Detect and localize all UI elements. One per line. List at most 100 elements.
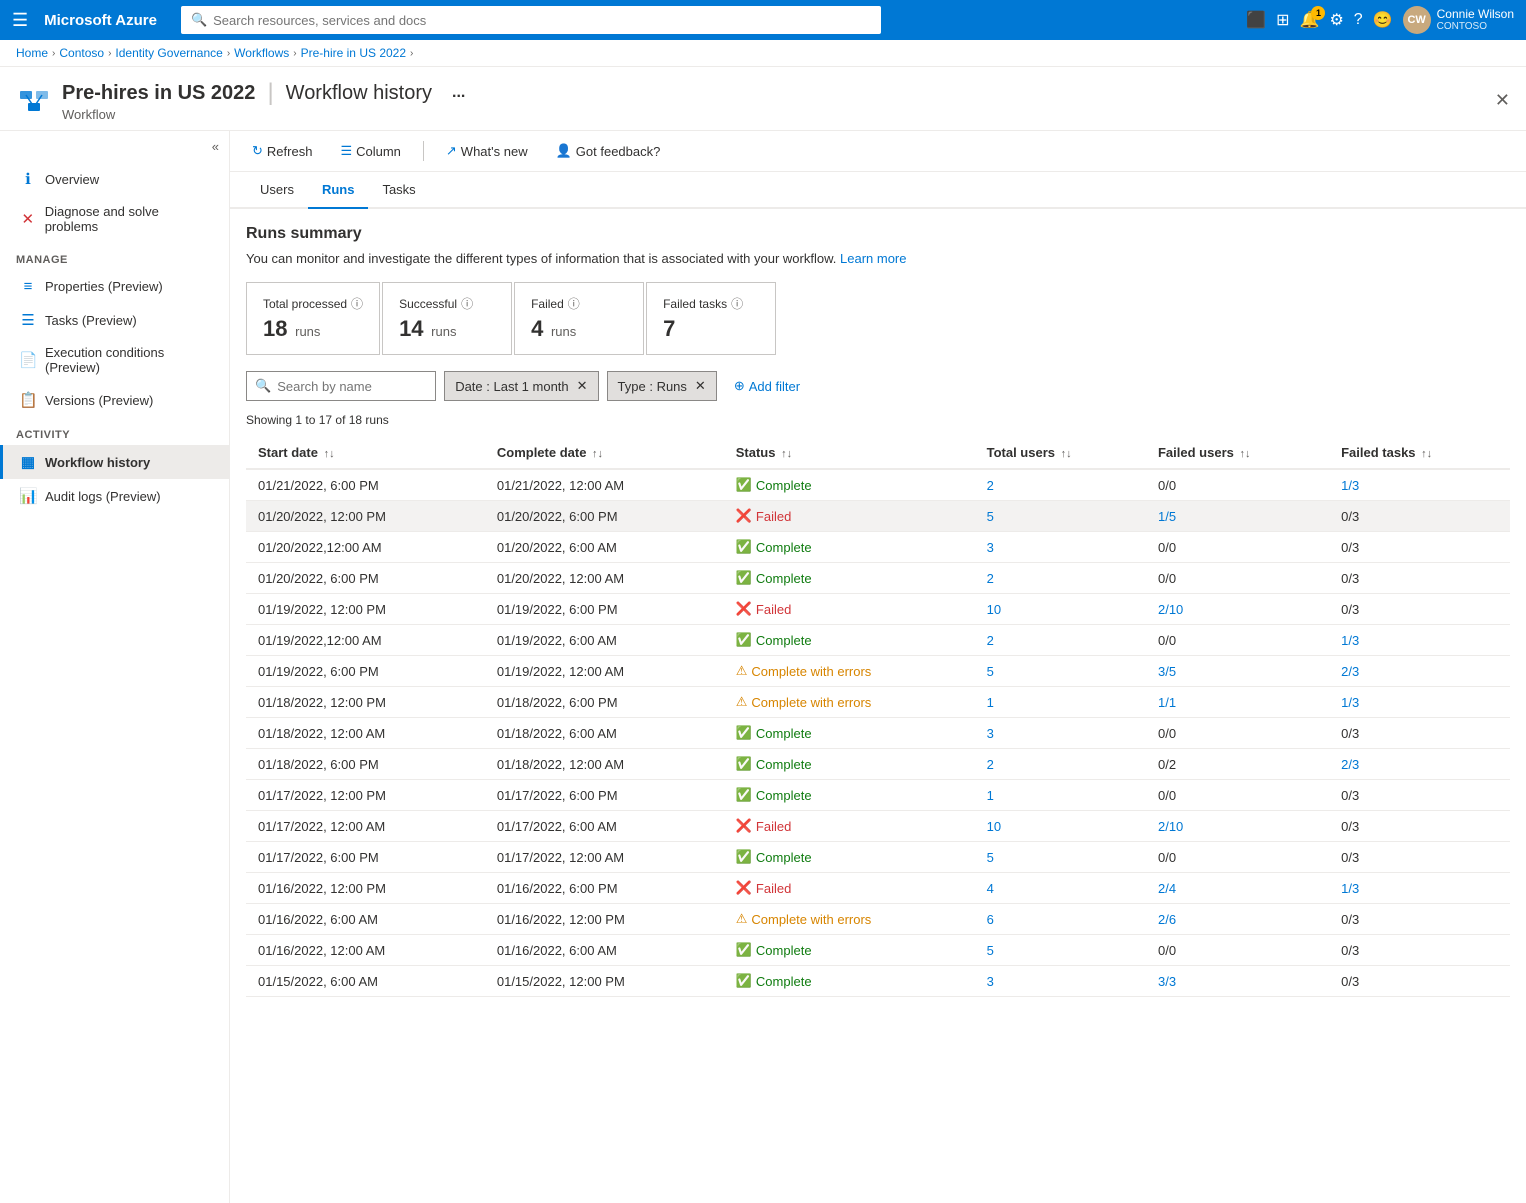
failed-users-link[interactable]: 1/1 <box>1158 695 1176 710</box>
type-filter-close-icon[interactable]: ✕ <box>695 378 706 394</box>
sidebar-collapse-button[interactable]: « <box>0 131 229 162</box>
col-complete-date[interactable]: Complete date ↑↓ <box>485 437 724 469</box>
table-row[interactable]: 01/18/2022, 12:00 AM 01/18/2022, 6:00 AM… <box>246 718 1510 749</box>
column-button[interactable]: ☰ Column <box>334 139 406 163</box>
failed-users-link[interactable]: 2/4 <box>1158 881 1176 896</box>
table-row[interactable]: 01/20/2022, 6:00 PM 01/20/2022, 12:00 AM… <box>246 563 1510 594</box>
breadcrumb-pre-hire[interactable]: Pre-hire in US 2022 <box>301 46 406 60</box>
total-users-link[interactable]: 3 <box>987 540 994 555</box>
table-row[interactable]: 01/19/2022, 12:00 PM 01/19/2022, 6:00 PM… <box>246 594 1510 625</box>
total-users-link[interactable]: 5 <box>987 509 994 524</box>
sidebar-item-audit-logs[interactable]: 📊 Audit logs (Preview) <box>0 479 229 513</box>
date-filter-tag[interactable]: Date : Last 1 month ✕ <box>444 371 598 401</box>
info-icon-0[interactable]: ⓘ <box>351 295 363 312</box>
info-icon-3[interactable]: ⓘ <box>731 295 743 312</box>
notification-icon[interactable]: 🔔 1 <box>1300 10 1320 30</box>
total-users-link[interactable]: 2 <box>987 633 994 648</box>
feedback-icon[interactable]: 😊 <box>1373 10 1393 30</box>
global-search-input[interactable] <box>213 13 871 28</box>
table-row[interactable]: 01/16/2022, 6:00 AM 01/16/2022, 12:00 PM… <box>246 904 1510 935</box>
sidebar-item-execution[interactable]: 📄 Execution conditions (Preview) <box>0 337 229 383</box>
table-row[interactable]: 01/18/2022, 12:00 PM 01/18/2022, 6:00 PM… <box>246 687 1510 718</box>
failed-tasks-link[interactable]: 1/3 <box>1341 633 1359 648</box>
directory-icon[interactable]: ⊞ <box>1276 10 1289 30</box>
total-users-link[interactable]: 5 <box>987 943 994 958</box>
breadcrumb-home[interactable]: Home <box>16 46 48 60</box>
table-row[interactable]: 01/20/2022, 12:00 PM 01/20/2022, 6:00 PM… <box>246 501 1510 532</box>
sidebar-item-tasks[interactable]: ☰ Tasks (Preview) <box>0 303 229 337</box>
cell-status: ❌ Failed <box>724 873 975 904</box>
toolbar: ↻ Refresh ☰ Column ↗ What's new 👤 Got fe… <box>230 131 1526 172</box>
failed-tasks-link[interactable]: 1/3 <box>1341 881 1359 896</box>
total-users-link[interactable]: 10 <box>987 819 1001 834</box>
sidebar-item-properties[interactable]: ≡ Properties (Preview) <box>0 270 229 303</box>
failed-tasks-link[interactable]: 2/3 <box>1341 664 1359 679</box>
total-users-link[interactable]: 5 <box>987 664 994 679</box>
settings-icon[interactable]: ⚙ <box>1329 10 1343 30</box>
col-start-date[interactable]: Start date ↑↓ <box>246 437 485 469</box>
help-icon[interactable]: ? <box>1354 11 1363 29</box>
tab-runs[interactable]: Runs <box>308 172 369 209</box>
total-users-link[interactable]: 2 <box>987 478 994 493</box>
total-users-link[interactable]: 1 <box>987 788 994 803</box>
failed-users-link[interactable]: 1/5 <box>1158 509 1176 524</box>
cell-failed-users: 0/2 <box>1146 749 1329 780</box>
hamburger-menu[interactable]: ☰ <box>12 10 28 31</box>
failed-users-link[interactable]: 3/3 <box>1158 974 1176 989</box>
total-users-link[interactable]: 2 <box>987 571 994 586</box>
sidebar-item-workflow-history[interactable]: ▦ Workflow history <box>0 445 229 479</box>
table-row[interactable]: 01/17/2022, 12:00 PM 01/17/2022, 6:00 PM… <box>246 780 1510 811</box>
close-button[interactable]: ✕ <box>1495 90 1510 111</box>
ellipsis-button[interactable]: ... <box>452 84 465 102</box>
failed-users-link[interactable]: 2/10 <box>1158 819 1183 834</box>
total-users-link[interactable]: 1 <box>987 695 994 710</box>
sidebar-item-versions[interactable]: 📋 Versions (Preview) <box>0 383 229 417</box>
failed-tasks-link[interactable]: 2/3 <box>1341 757 1359 772</box>
table-row[interactable]: 01/15/2022, 6:00 AM 01/15/2022, 12:00 PM… <box>246 966 1510 997</box>
breadcrumb-identity-governance[interactable]: Identity Governance <box>115 46 222 60</box>
table-row[interactable]: 01/16/2022, 12:00 PM 01/16/2022, 6:00 PM… <box>246 873 1510 904</box>
whats-new-button[interactable]: ↗ What's new <box>440 139 534 163</box>
type-filter-tag[interactable]: Type : Runs ✕ <box>607 371 717 401</box>
table-row[interactable]: 01/17/2022, 6:00 PM 01/17/2022, 12:00 AM… <box>246 842 1510 873</box>
col-failed-users[interactable]: Failed users ↑↓ <box>1146 437 1329 469</box>
refresh-button[interactable]: ↻ Refresh <box>246 139 318 163</box>
add-filter-button[interactable]: ⊕ Add filter <box>725 371 809 401</box>
total-users-link[interactable]: 10 <box>987 602 1001 617</box>
total-users-link[interactable]: 3 <box>987 726 994 741</box>
col-total-users[interactable]: Total users ↑↓ <box>975 437 1146 469</box>
tab-tasks[interactable]: Tasks <box>368 172 429 209</box>
sidebar-item-overview[interactable]: ℹ Overview <box>0 162 229 196</box>
table-row[interactable]: 01/19/2022,12:00 AM 01/19/2022, 6:00 AM … <box>246 625 1510 656</box>
total-users-link[interactable]: 5 <box>987 850 994 865</box>
col-status[interactable]: Status ↑↓ <box>724 437 975 469</box>
col-failed-tasks[interactable]: Failed tasks ↑↓ <box>1329 437 1510 469</box>
table-row[interactable]: 01/20/2022,12:00 AM 01/20/2022, 6:00 AM … <box>246 532 1510 563</box>
cloud-shell-icon[interactable]: ⬛ <box>1246 10 1266 30</box>
filter-close-icon[interactable]: ✕ <box>577 378 588 394</box>
breadcrumb-contoso[interactable]: Contoso <box>59 46 104 60</box>
table-row[interactable]: 01/21/2022, 6:00 PM 01/21/2022, 12:00 AM… <box>246 469 1510 501</box>
user-area[interactable]: CW Connie Wilson CONTOSO <box>1403 6 1514 34</box>
learn-more-link[interactable]: Learn more <box>840 251 906 266</box>
failed-users-link[interactable]: 3/5 <box>1158 664 1176 679</box>
failed-users-link[interactable]: 2/10 <box>1158 602 1183 617</box>
tab-users[interactable]: Users <box>246 172 308 209</box>
total-users-link[interactable]: 2 <box>987 757 994 772</box>
total-users-link[interactable]: 3 <box>987 974 994 989</box>
table-row[interactable]: 01/16/2022, 12:00 AM 01/16/2022, 6:00 AM… <box>246 935 1510 966</box>
info-icon-2[interactable]: ⓘ <box>568 295 580 312</box>
table-row[interactable]: 01/18/2022, 6:00 PM 01/18/2022, 12:00 AM… <box>246 749 1510 780</box>
breadcrumb-workflows[interactable]: Workflows <box>234 46 289 60</box>
search-by-name-input[interactable] <box>277 379 427 394</box>
failed-tasks-link[interactable]: 1/3 <box>1341 478 1359 493</box>
table-row[interactable]: 01/17/2022, 12:00 AM 01/17/2022, 6:00 AM… <box>246 811 1510 842</box>
total-users-link[interactable]: 4 <box>987 881 994 896</box>
failed-users-link[interactable]: 2/6 <box>1158 912 1176 927</box>
failed-tasks-link[interactable]: 1/3 <box>1341 695 1359 710</box>
info-icon-1[interactable]: ⓘ <box>461 295 473 312</box>
table-row[interactable]: 01/19/2022, 6:00 PM 01/19/2022, 12:00 AM… <box>246 656 1510 687</box>
feedback-button[interactable]: 👤 Got feedback? <box>550 139 667 163</box>
total-users-link[interactable]: 6 <box>987 912 994 927</box>
sidebar-item-diagnose[interactable]: ✕ Diagnose and solve problems <box>0 196 229 242</box>
